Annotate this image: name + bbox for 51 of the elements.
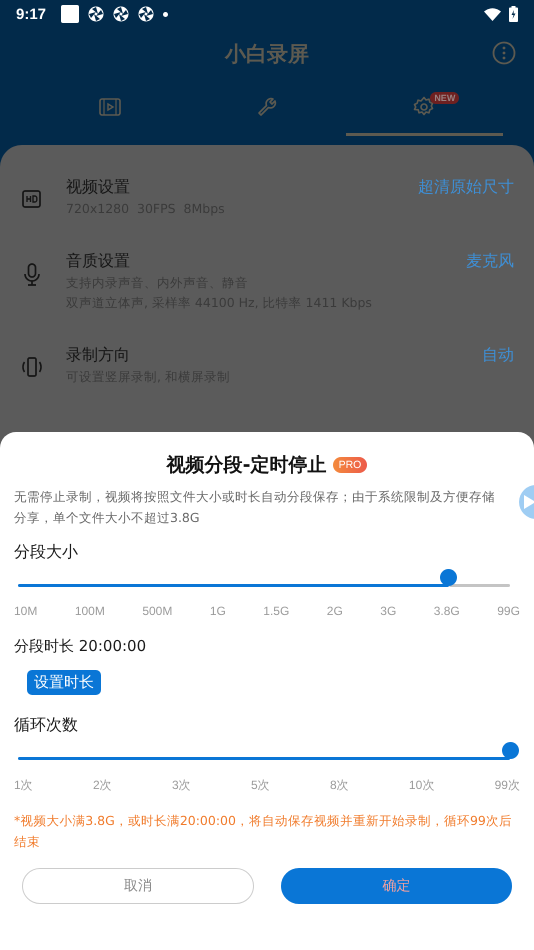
- new-badge: NEW: [430, 92, 460, 104]
- wifi-icon: [484, 8, 501, 20]
- notification-icon: [88, 6, 104, 22]
- set-duration-button[interactable]: 设置时长: [27, 670, 101, 695]
- battery-icon: [509, 6, 518, 22]
- status-time: 9:17: [16, 6, 46, 22]
- slider-thumb[interactable]: [502, 742, 518, 759]
- tick-label: 3.8G: [434, 604, 460, 618]
- tick-label: 8次: [330, 777, 349, 794]
- tick-label: 2G: [326, 604, 343, 618]
- tick-label: 3G: [380, 604, 396, 618]
- microphone-icon: [23, 263, 41, 287]
- dot-icon: [163, 12, 168, 16]
- confirm-button[interactable]: 确定: [280, 868, 512, 904]
- tick-label: 1次: [14, 777, 33, 794]
- setting-value[interactable]: 麦克风: [466, 249, 514, 273]
- notification-icon: [138, 6, 154, 22]
- tick-label: 1G: [210, 604, 226, 618]
- tab[interactable]: NEW: [346, 80, 503, 136]
- tick-label: 99G: [497, 604, 520, 618]
- app-title: 小白录屏: [225, 41, 309, 68]
- tick-label: 100M: [74, 604, 105, 618]
- cancel-button[interactable]: 取消: [22, 868, 254, 904]
- tick-label: 5次: [250, 777, 270, 794]
- tick-label: 500M: [142, 604, 172, 618]
- tick-label: 10M: [14, 604, 38, 618]
- pro-badge: PRO: [332, 457, 368, 473]
- slider-thumb[interactable]: [440, 569, 457, 586]
- notification-icon: [113, 6, 130, 22]
- tick-label: 2次: [92, 777, 112, 794]
- setting-value[interactable]: 超清原始尺寸: [418, 175, 514, 199]
- play-icon[interactable]: [518, 484, 534, 520]
- duration-label: 分段时长 20:00:00: [14, 636, 148, 657]
- notification-icon: [61, 5, 80, 23]
- phone-rotate-icon: [20, 357, 44, 377]
- tick-label: 10次: [408, 777, 434, 794]
- setting-value[interactable]: 自动: [482, 343, 514, 367]
- tick-label: 3次: [172, 777, 191, 794]
- tick-label: 99次: [494, 777, 520, 794]
- tick-label: 1.5G: [263, 604, 290, 618]
- setting-title: 录制方向: [66, 344, 131, 366]
- setting-title: 视频设置: [66, 176, 131, 198]
- dialog-title: 视频分段-定时停止: [166, 453, 327, 478]
- setting-title: 音质设置: [66, 250, 131, 272]
- dialog-description: 无需停止录制，视频将按照文件大小或时长自动分段保存；由于系统限制及方便存储分享，单个文件大小不超过3.8G: [14, 488, 496, 527]
- slider-label: 循环次数: [14, 714, 79, 736]
- hd-icon: [22, 189, 42, 209]
- more-options-icon[interactable]: [492, 41, 516, 65]
- settings-icon: [412, 94, 436, 118]
- loop-note: *视频大小满3.8G，或时长满20:00:00，将自动保存视频并重新开始录制，循环99次后结束: [14, 812, 513, 851]
- slider-label: 分段大小: [14, 541, 79, 563]
